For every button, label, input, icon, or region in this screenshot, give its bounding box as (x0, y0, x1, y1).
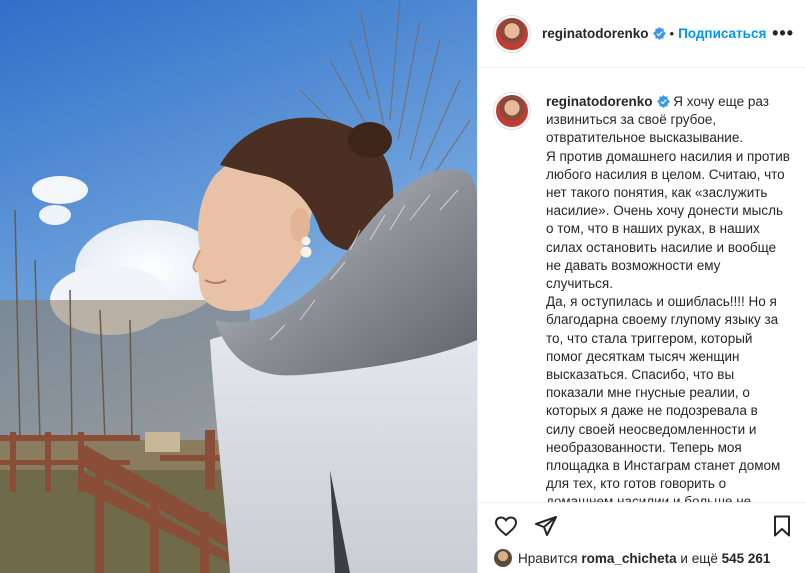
instagram-post: reginatodorenko • Подписаться ••• regina… (0, 0, 806, 573)
verified-badge-icon (652, 27, 666, 40)
follow-button[interactable]: Подписаться (678, 26, 766, 41)
post-header: reginatodorenko • Подписаться ••• (478, 0, 806, 68)
post-actions: Нравится roma_chicheta и ещё 545 261 (478, 502, 806, 573)
author-username[interactable]: reginatodorenko (542, 26, 649, 41)
action-icons (478, 503, 806, 549)
save-button[interactable] (770, 514, 794, 538)
like-button[interactable] (494, 514, 518, 538)
likes-and-more: и ещё (680, 550, 718, 566)
likes-prefix: Нравится (518, 550, 578, 566)
share-button[interactable] (534, 514, 558, 538)
header-separator: • (669, 26, 675, 41)
caption-comment: reginatodorenko Я хочу еще раз извинитьс… (494, 93, 790, 503)
bookmark-icon (774, 515, 790, 537)
caption-body: reginatodorenko Я хочу еще раз извинитьс… (546, 93, 790, 503)
liker-avatar[interactable] (494, 549, 512, 567)
more-dots-icon: ••• (772, 23, 794, 43)
caption-avatar[interactable] (494, 93, 530, 129)
heart-icon (494, 516, 518, 537)
liker-username[interactable]: roma_chicheta (581, 551, 676, 566)
caption-text: Я хочу еще раз извиниться за своё грубое… (546, 94, 790, 503)
post-sidebar: reginatodorenko • Подписаться ••• regina… (477, 0, 806, 573)
comments-area[interactable]: reginatodorenko Я хочу еще раз извинитьс… (478, 69, 806, 503)
photo-image (0, 0, 477, 573)
likes-count[interactable]: 545 261 (722, 551, 771, 566)
author-avatar[interactable] (494, 15, 530, 52)
paper-plane-icon (535, 516, 557, 536)
likes-summary: Нравится roma_chicheta и ещё 545 261 (478, 549, 806, 567)
post-photo[interactable] (0, 0, 477, 573)
caption-verified-icon (656, 95, 670, 108)
caption-username[interactable]: reginatodorenko (546, 94, 653, 109)
more-options-button[interactable]: ••• (772, 23, 794, 44)
